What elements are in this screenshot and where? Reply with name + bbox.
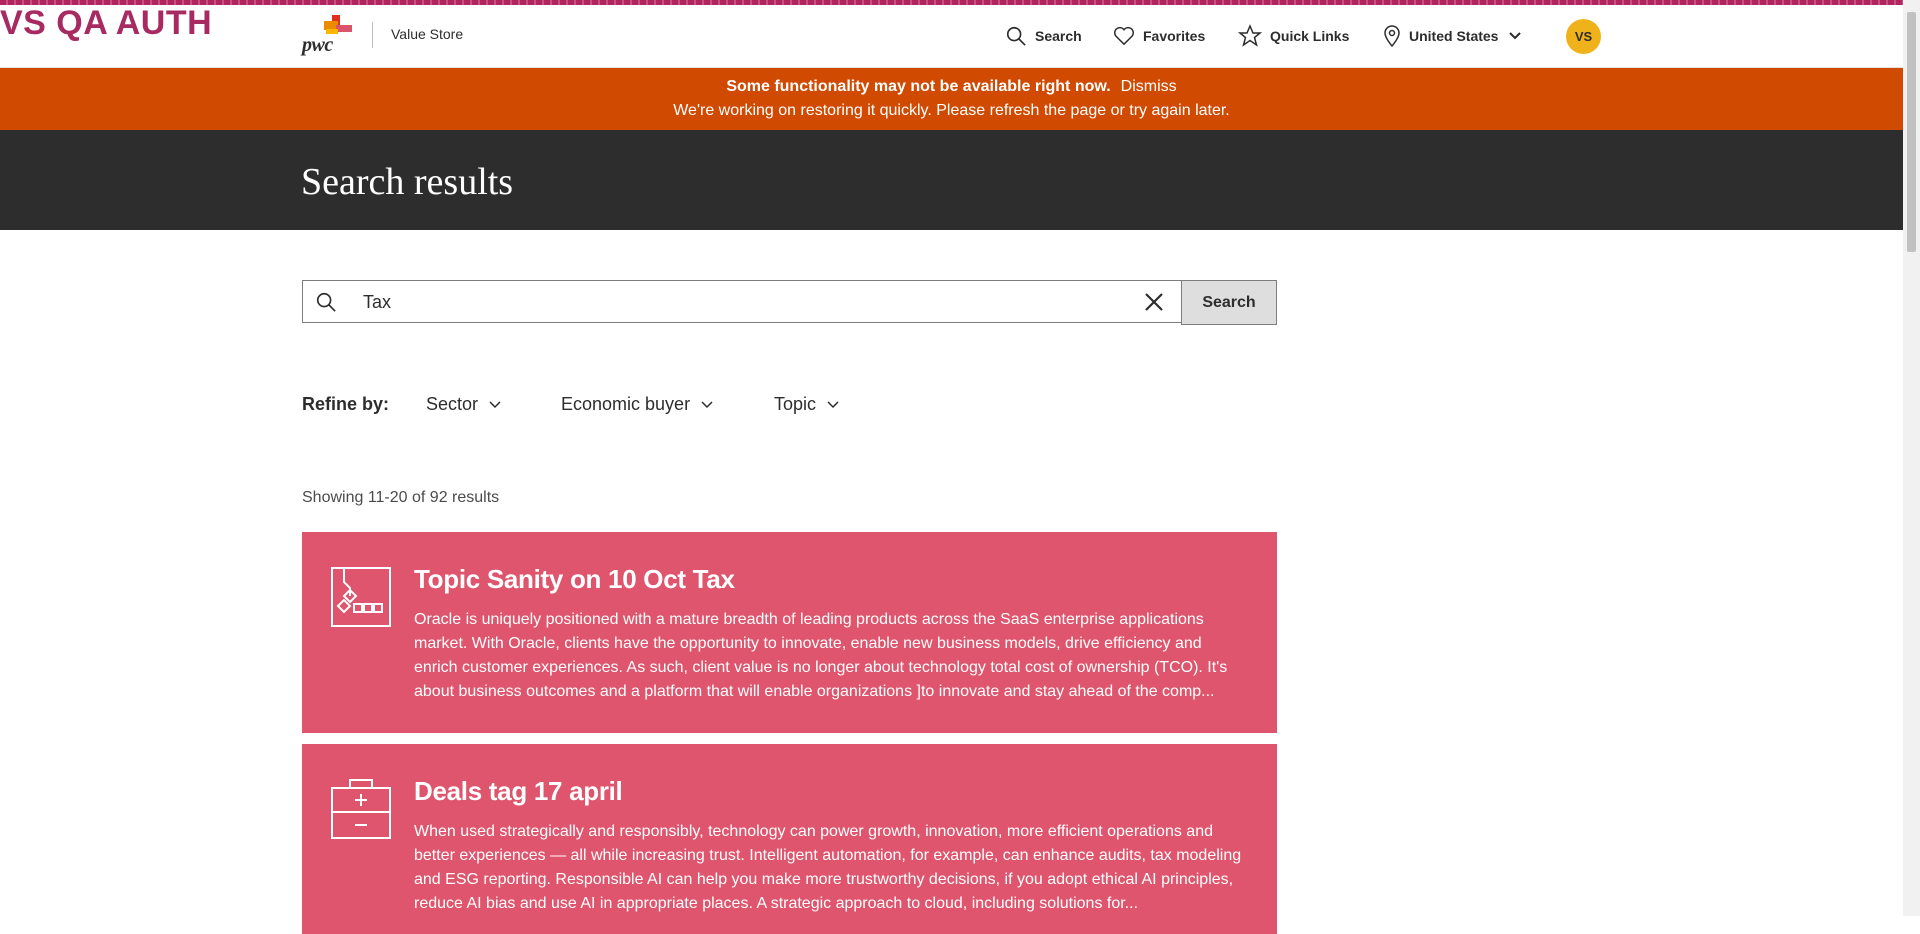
location-pin-icon [1384,25,1400,47]
logo-text: pwc [302,34,333,56]
result-title[interactable]: Deals tag 17 april [414,776,623,807]
alert-message: We're working on restoring it quickly. P… [673,102,1230,119]
app-name[interactable]: Value Store [391,26,463,42]
alert-banner: Some functionality may not be available … [0,68,1903,130]
results-summary: Showing 11-20 of 92 results [302,489,500,506]
top-navigation-bar: pwc Value Store Search Favorites Quick L… [0,5,1903,68]
result-description: When used strategically and responsibly,… [414,823,1242,912]
alert-first-line: Some functionality may not be available … [0,78,1903,96]
search-button[interactable]: Search [1181,280,1277,325]
dismiss-button[interactable]: Dismiss [1121,78,1177,95]
refine-label: Refine by: [302,394,390,414]
medical-kit-icon [331,779,391,839]
result-card[interactable]: Topic Sanity on 10 Oct Tax Oracle is uni… [302,532,1277,733]
filter-topic-label: Topic [774,394,817,414]
logo-divider [372,22,373,48]
filter-sector[interactable]: Sector [426,394,502,415]
pwc-logo[interactable]: pwc [302,15,352,59]
star-icon [1238,24,1262,47]
filter-economic-buyer-label: Economic buyer [561,394,691,414]
environment-label: VS QA AUTH [0,4,213,42]
search-input[interactable] [363,289,1123,315]
nav-quick-links-label: Quick Links [1270,28,1350,44]
nav-search-link[interactable]: Search [1005,5,1082,67]
nav-quick-links-link[interactable]: Quick Links [1238,5,1349,67]
user-avatar[interactable]: VS [1566,19,1601,54]
page-title: Search results [301,161,514,203]
country-label: United States [1409,28,1499,44]
page-scrollbar[interactable] [1903,0,1920,916]
result-description: Oracle is uniquely positioned with a mat… [414,611,1228,700]
page-hero: Search results [0,130,1903,230]
country-selector[interactable]: United States [1383,5,1522,67]
filter-economic-buyer[interactable]: Economic buyer [561,394,714,415]
chevron-down-icon [1509,32,1522,40]
filter-sector-label: Sector [426,394,479,414]
nav-favorites-link[interactable]: Favorites [1113,5,1205,67]
flowchart-icon [331,567,391,627]
search-icon [316,292,336,312]
heart-icon [1114,26,1134,46]
clear-icon[interactable] [1143,291,1165,313]
result-card[interactable]: Deals tag 17 april When used strategical… [302,744,1277,934]
chevron-down-icon [701,400,713,408]
alert-title: Some functionality may not be available … [726,78,1111,95]
chevron-down-icon [827,400,839,408]
result-title[interactable]: Topic Sanity on 10 Oct Tax [414,564,735,595]
search-box [302,280,1182,323]
nav-favorites-label: Favorites [1143,28,1206,44]
filter-topic[interactable]: Topic [774,394,840,415]
search-icon [1006,26,1026,46]
scrollbar-thumb[interactable] [1907,12,1916,252]
chevron-down-icon [489,400,501,408]
nav-search-label: Search [1035,28,1082,44]
